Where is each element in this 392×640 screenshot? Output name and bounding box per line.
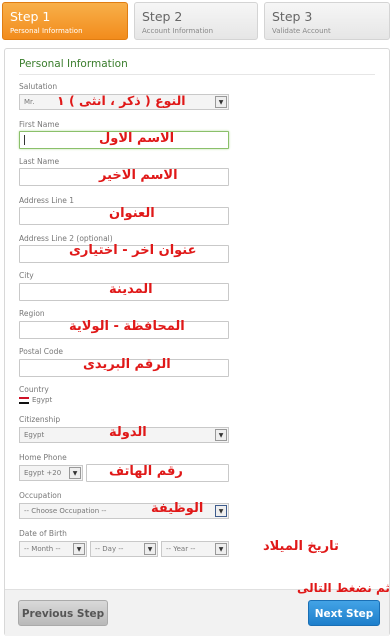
step-1-label: Personal Information xyxy=(10,27,83,35)
dob-day-value: -- Day -- xyxy=(95,545,124,553)
chevron-down-icon: ▼ xyxy=(73,543,85,555)
step-3-label: Validate Account xyxy=(272,27,331,35)
country-value: Egypt xyxy=(32,396,53,404)
address-line-1-label: Address Line 1 xyxy=(19,196,75,205)
home-phone-label: Home Phone xyxy=(19,453,67,462)
phone-country-code-value: Egypt +20 xyxy=(24,469,62,477)
previous-step-button[interactable]: Previous Step xyxy=(18,600,108,626)
postal-code-label: Postal Code xyxy=(19,347,63,356)
next-step-note: ثم نضغط التالى xyxy=(297,581,390,595)
wizard-steps: Step 1 Personal Information Step 2 Accou… xyxy=(0,0,392,42)
first-name-label: First Name xyxy=(19,120,60,129)
chevron-down-icon: ▼ xyxy=(215,429,227,441)
phone-country-code-select[interactable]: Egypt +20 ▼ xyxy=(19,465,83,481)
country-label: Country xyxy=(19,385,49,394)
dob-year-value: -- Year -- xyxy=(166,545,196,553)
salutation-value: Mr. xyxy=(24,98,35,106)
dob-day-select[interactable]: -- Day -- ▼ xyxy=(90,541,158,557)
step-2-label: Account Information xyxy=(142,27,214,35)
date-of-birth-note: تاريخ الميلاد xyxy=(263,539,339,554)
address-line-1-note: العنوان xyxy=(109,206,155,221)
address-line-2-label: Address Line 2 (optional) xyxy=(19,234,113,243)
region-label: Region xyxy=(19,309,45,318)
text-cursor xyxy=(24,135,25,145)
chevron-down-icon: ▼ xyxy=(215,96,227,108)
chevron-down-icon: ▼ xyxy=(215,505,227,517)
first-name-note: الاسم الاول xyxy=(99,131,175,146)
dob-month-select[interactable]: -- Month -- ▼ xyxy=(19,541,87,557)
last-name-label: Last Name xyxy=(19,157,60,166)
occupation-label: Occupation xyxy=(19,491,62,500)
chevron-down-icon: ▼ xyxy=(215,543,227,555)
step-2-number: Step 2 xyxy=(142,9,183,24)
city-label: City xyxy=(19,271,34,280)
citizenship-value: Egypt xyxy=(24,431,45,439)
section-title: Personal Information xyxy=(19,58,128,70)
region-note: المحافظة - الولاية xyxy=(69,319,185,334)
dob-year-select[interactable]: -- Year -- ▼ xyxy=(161,541,229,557)
citizenship-note: الدولة xyxy=(109,425,147,440)
home-phone-note: رقم الهاتف xyxy=(109,464,183,479)
next-step-button[interactable]: Next Step xyxy=(308,600,380,626)
salutation-label: Salutation xyxy=(19,82,58,91)
address-line-2-note: عنوان اخر - اختيارى xyxy=(69,243,197,258)
postal-code-note: الرقم البريدى xyxy=(83,357,171,372)
occupation-note: الوظيفة xyxy=(151,501,204,516)
city-note: المدينة xyxy=(109,282,153,297)
salutation-note: النوع ( ذكر ، انثى ) ١ xyxy=(57,93,186,108)
occupation-value: -- Choose Occupation -- xyxy=(24,507,107,515)
dob-month-value: -- Month -- xyxy=(24,545,61,553)
section-divider xyxy=(19,74,375,75)
egypt-flag-icon xyxy=(19,397,29,404)
step-3-tab[interactable]: Step 3 Validate Account xyxy=(264,2,390,40)
personal-info-form: Personal Information Salutation Mr. ▼ ال… xyxy=(4,48,390,636)
last-name-note: الاسم الاخير xyxy=(99,168,178,183)
step-2-tab[interactable]: Step 2 Account Information xyxy=(134,2,258,40)
date-of-birth-label: Date of Birth xyxy=(19,529,67,538)
chevron-down-icon: ▼ xyxy=(144,543,156,555)
citizenship-label: Citizenship xyxy=(19,415,61,424)
step-1-tab[interactable]: Step 1 Personal Information xyxy=(2,2,128,40)
step-1-number: Step 1 xyxy=(10,9,51,24)
step-3-number: Step 3 xyxy=(272,9,313,24)
chevron-down-icon: ▼ xyxy=(69,467,81,479)
